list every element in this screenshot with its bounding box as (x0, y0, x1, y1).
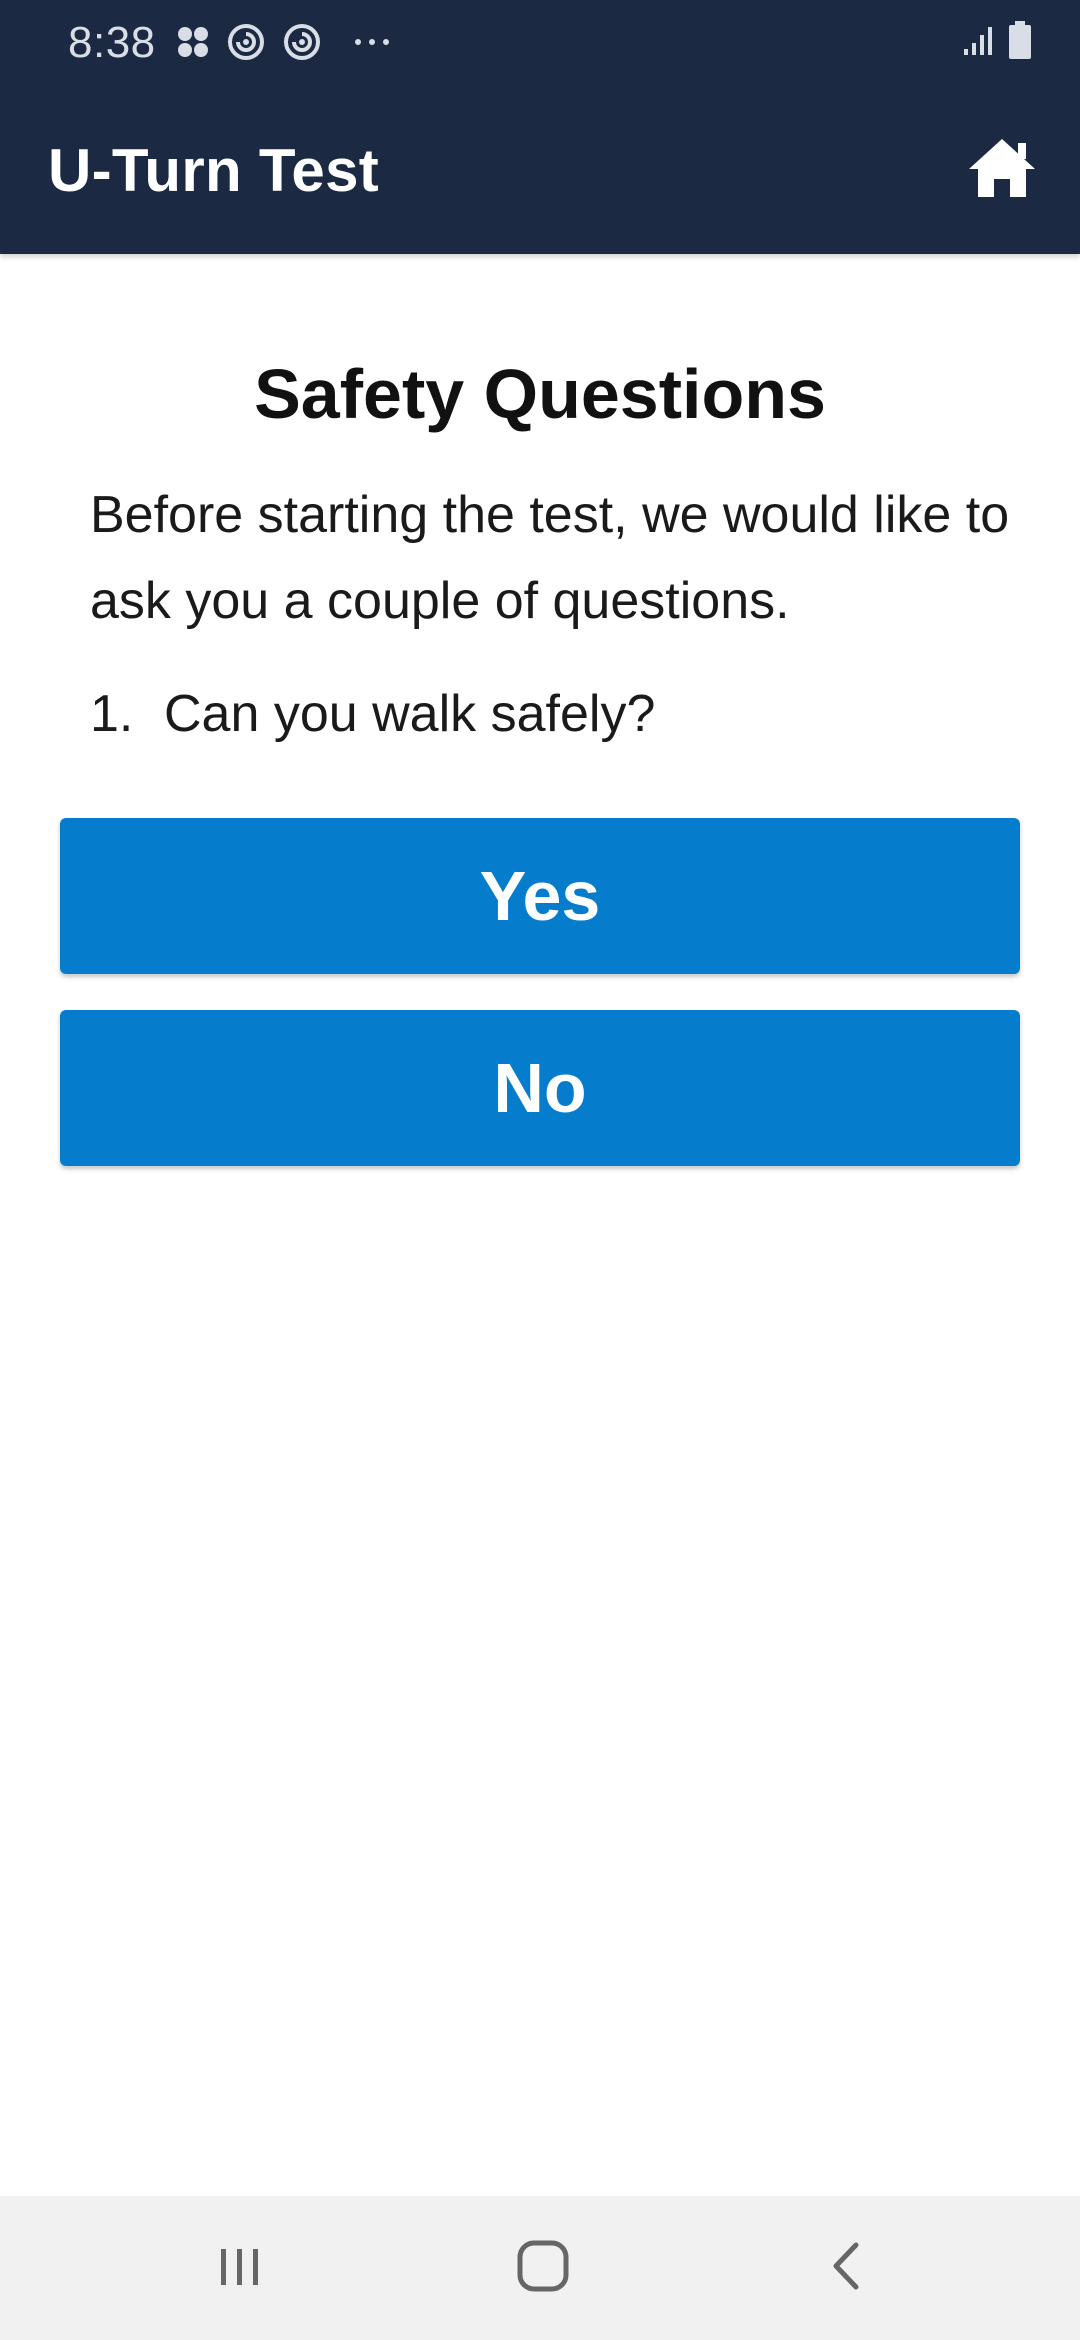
status-icons-right (962, 20, 1032, 64)
recents-icon (215, 2241, 265, 2296)
signal-icon (962, 23, 996, 62)
app-bar: U-Turn Test (0, 84, 1080, 254)
intro-text: Before starting the test, we would like … (90, 486, 1010, 630)
sync-icon (226, 22, 266, 62)
question-text: Can you walk safely? (164, 685, 656, 743)
home-outline-icon (516, 2239, 570, 2298)
app-title: U-Turn Test (48, 137, 380, 204)
system-home-button[interactable] (483, 2226, 603, 2310)
no-button[interactable]: No (60, 1010, 1020, 1166)
back-button[interactable] (786, 2226, 906, 2310)
home-button[interactable] (960, 130, 1044, 210)
yes-button[interactable]: Yes (60, 818, 1020, 974)
home-icon (967, 137, 1037, 204)
more-dots-icon (352, 36, 392, 48)
page-title: Safety Questions (254, 355, 826, 433)
sync-icon (282, 22, 322, 62)
status-time: 8:38 (68, 18, 156, 67)
back-icon (826, 2239, 866, 2298)
apps-dots-icon (176, 25, 210, 59)
status-icons-left (176, 20, 392, 64)
battery-icon (1008, 20, 1032, 64)
recents-button[interactable] (180, 2226, 300, 2310)
system-nav-bar (0, 2196, 1080, 2340)
question-number: 1. (90, 685, 134, 743)
status-bar: 8:38 (0, 0, 1080, 84)
question-item: 1. Can you walk safely? (90, 684, 1010, 744)
